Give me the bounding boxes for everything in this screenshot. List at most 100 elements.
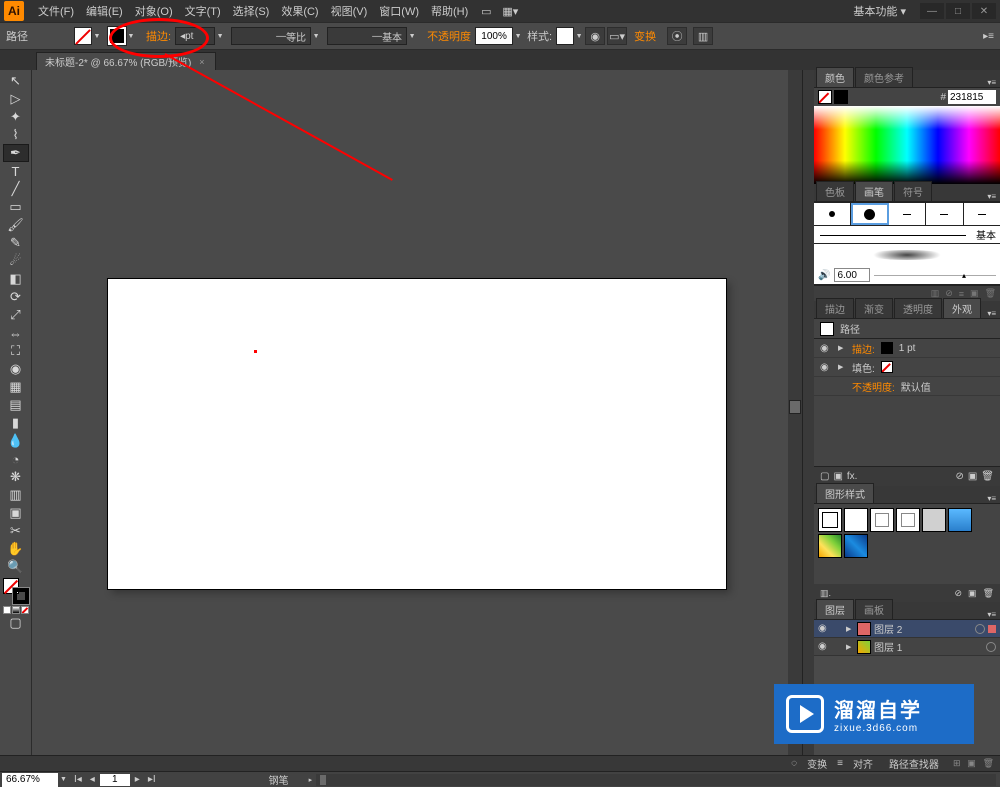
gstyles-delete-icon[interactable]: 🗑 bbox=[983, 588, 994, 599]
opacity-input[interactable]: 100% bbox=[475, 27, 513, 45]
free-transform-tool[interactable]: ⛶ bbox=[3, 342, 29, 360]
style-thumb[interactable] bbox=[870, 508, 894, 532]
canvas-area[interactable] bbox=[32, 70, 802, 755]
brush-preview-row[interactable] bbox=[814, 244, 1000, 266]
fill-swatch[interactable] bbox=[74, 27, 92, 45]
status-dropdown[interactable]: ▸ bbox=[309, 776, 313, 784]
menu-edit[interactable]: 编辑(E) bbox=[80, 1, 129, 21]
tab-align-icon[interactable]: ≡ bbox=[837, 758, 843, 769]
tab-gradient-panel[interactable]: 渐变 bbox=[855, 298, 893, 318]
menu-effect[interactable]: 效果(C) bbox=[275, 1, 324, 21]
stroke-weight-dropdown[interactable]: ▼ bbox=[215, 27, 225, 45]
hscroll-thumb[interactable] bbox=[320, 775, 326, 785]
layers-delete-icon[interactable]: 🗑 bbox=[983, 758, 994, 768]
layers-menu[interactable]: ▾≡ bbox=[987, 610, 996, 619]
width-tool[interactable]: ⇔ bbox=[3, 324, 29, 342]
opacity-link[interactable]: 不透明度 bbox=[427, 28, 471, 44]
style-swatch[interactable] bbox=[556, 27, 574, 45]
hand-tool[interactable]: ✋ bbox=[3, 540, 29, 558]
magic-wand-tool[interactable]: ✦ bbox=[3, 108, 29, 126]
appearance-stroke-row[interactable]: ◉ ▶ 描边: 1 pt bbox=[814, 339, 1000, 358]
add-fill-icon[interactable]: ▣ bbox=[833, 471, 842, 482]
panel-fill-swatch[interactable] bbox=[818, 90, 832, 104]
layer-row-2[interactable]: ◉ ▶ 图层 2 bbox=[814, 620, 1000, 638]
isolate-icon[interactable]: ⦿ bbox=[667, 27, 687, 45]
style-thumb[interactable] bbox=[922, 508, 946, 532]
brush-definition[interactable]: — 基本 bbox=[327, 27, 407, 45]
rectangle-tool[interactable]: ▭ bbox=[3, 198, 29, 216]
tab-artboards[interactable]: 画板 bbox=[855, 599, 893, 619]
symbol-sprayer-tool[interactable]: ❋ bbox=[3, 468, 29, 486]
menu-type[interactable]: 文字(T) bbox=[179, 1, 227, 21]
tab-transparency-panel[interactable]: 透明度 bbox=[894, 298, 942, 318]
doc-layout-icon[interactable]: ▭ bbox=[476, 2, 496, 20]
zoom-tool[interactable]: 🔍 bbox=[3, 558, 29, 576]
menu-select[interactable]: 选择(S) bbox=[227, 1, 276, 21]
brush-dropdown[interactable]: ▼ bbox=[407, 27, 417, 45]
align-icon[interactable]: ▭▾ bbox=[607, 27, 627, 45]
gstyles-lib-icon[interactable]: ▥. bbox=[820, 588, 831, 599]
layer-target[interactable] bbox=[986, 642, 996, 652]
layers-new-icon[interactable]: ▣ bbox=[967, 758, 976, 768]
layer-row-1[interactable]: ◉ ▶ 图层 1 bbox=[814, 638, 1000, 656]
tab-swatches[interactable]: 色板 bbox=[816, 181, 854, 201]
color-mode-gradient[interactable] bbox=[12, 606, 20, 614]
stroke-link[interactable]: 描边: bbox=[146, 28, 171, 44]
menu-object[interactable]: 对象(O) bbox=[129, 1, 179, 21]
variable-width-profile[interactable]: — 等比 bbox=[231, 27, 311, 45]
document-tab[interactable]: 未标题-2* @ 66.67% (RGB/预览) × bbox=[36, 52, 216, 70]
minimize-button[interactable]: — bbox=[920, 3, 944, 19]
tab-stroke-panel[interactable]: 描边 bbox=[816, 298, 854, 318]
tab-transform-icon[interactable]: ◌ bbox=[791, 758, 797, 769]
tab-color-guide[interactable]: 颜色参考 bbox=[855, 67, 913, 87]
vscroll-thumb[interactable] bbox=[789, 400, 801, 414]
maximize-button[interactable]: □ bbox=[946, 3, 970, 19]
color-mode-none[interactable] bbox=[21, 606, 29, 614]
color-spectrum[interactable] bbox=[814, 106, 1000, 184]
eraser-tool[interactable]: ◧ bbox=[3, 270, 29, 288]
menu-view[interactable]: 视图(V) bbox=[325, 1, 374, 21]
gstyles-menu[interactable]: ▾≡ bbox=[987, 494, 996, 503]
menu-help[interactable]: 帮助(H) bbox=[425, 1, 474, 21]
tab-graphic-styles[interactable]: 图形样式 bbox=[816, 483, 874, 503]
layer-visibility[interactable]: ◉ bbox=[818, 641, 830, 652]
eyedropper-tool[interactable]: 💧 bbox=[3, 432, 29, 450]
graph-tool[interactable]: ▥ bbox=[3, 486, 29, 504]
brush-swatch-5[interactable] bbox=[964, 203, 1000, 225]
style-thumb[interactable] bbox=[844, 534, 868, 558]
nav-last[interactable]: ▸I bbox=[145, 774, 159, 785]
brush-swatch-2[interactable] bbox=[851, 203, 888, 225]
tab-pathfinder[interactable]: 路径查找器 bbox=[883, 755, 945, 772]
screen-mode-tool[interactable]: ▢ bbox=[3, 614, 29, 632]
gradient-tool[interactable]: ▮ bbox=[3, 414, 29, 432]
add-stroke-icon[interactable]: ▢ bbox=[820, 471, 829, 482]
stroke-weight-input[interactable]: ◂ pt bbox=[175, 27, 215, 45]
rotate-tool[interactable]: ⟳ bbox=[3, 288, 29, 306]
stroke-indicator[interactable] bbox=[13, 588, 29, 604]
workspace-switcher[interactable]: 基本功能 ▾ bbox=[845, 1, 914, 21]
paintbrush-tool[interactable]: 🖌 bbox=[3, 216, 29, 234]
brush-size-input[interactable] bbox=[834, 268, 870, 282]
fill-stroke-indicator[interactable] bbox=[3, 578, 29, 604]
layers-new-sublayer-icon[interactable]: ⊞ bbox=[953, 758, 961, 768]
blend-tool[interactable]: ◔ bbox=[3, 450, 29, 468]
line-tool[interactable]: ╱ bbox=[3, 180, 29, 198]
arrange-docs-icon[interactable]: ▦▾ bbox=[500, 2, 520, 20]
clip-icon[interactable]: ▥ bbox=[693, 27, 713, 45]
tab-color[interactable]: 颜色 bbox=[816, 67, 854, 87]
delete-icon[interactable]: 🗑 bbox=[981, 471, 994, 482]
brush-options-icon[interactable]: ≡ bbox=[959, 289, 964, 299]
menu-window[interactable]: 窗口(W) bbox=[373, 1, 425, 21]
perspective-tool[interactable]: ▦ bbox=[3, 378, 29, 396]
controlbar-flyout[interactable]: ▸≡ bbox=[983, 31, 994, 42]
fill-dropdown[interactable]: ▼ bbox=[92, 27, 102, 45]
style-dropdown[interactable]: ▼ bbox=[574, 27, 584, 45]
add-effect-icon[interactable]: fx. bbox=[847, 471, 858, 482]
style-thumb[interactable] bbox=[948, 508, 972, 532]
tab-brushes[interactable]: 画笔 bbox=[855, 181, 893, 201]
profile-dropdown[interactable]: ▼ bbox=[311, 27, 321, 45]
appearance-fill-row[interactable]: ◉ ▶ 填色: bbox=[814, 358, 1000, 377]
clear-icon[interactable]: ⊘ bbox=[955, 471, 963, 482]
appearance-menu[interactable]: ▾≡ bbox=[987, 309, 996, 318]
panel-dock-strip[interactable] bbox=[802, 70, 814, 755]
